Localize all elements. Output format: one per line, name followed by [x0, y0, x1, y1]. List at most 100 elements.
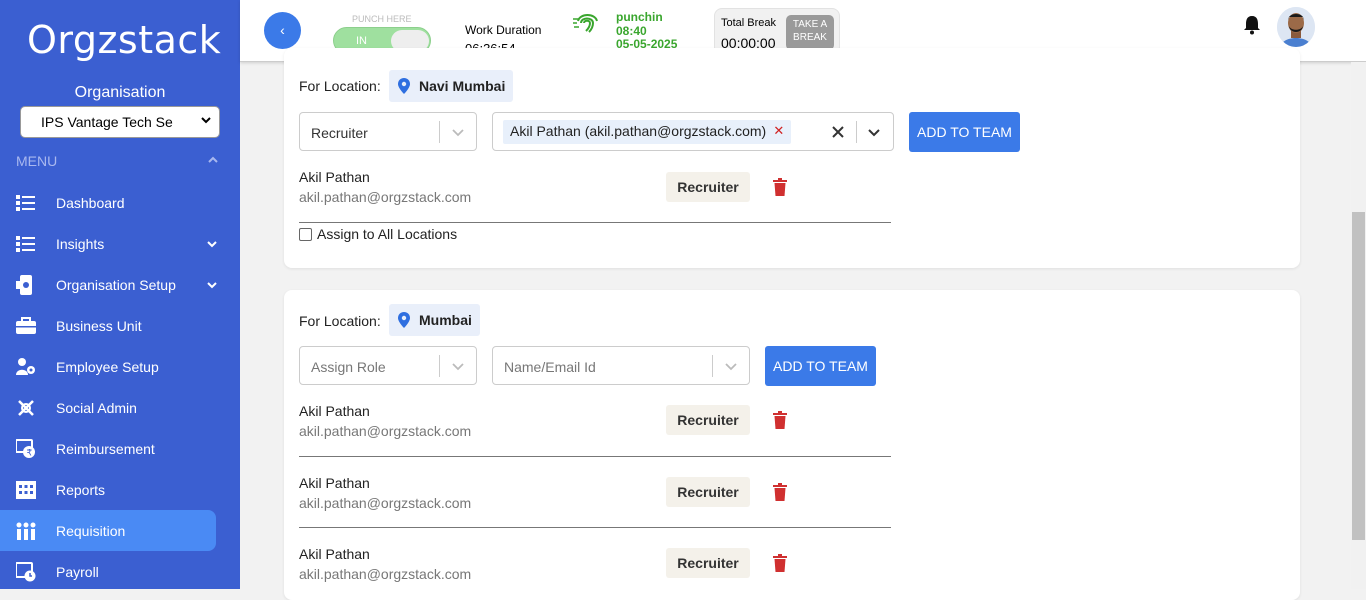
trash-icon[interactable]: [773, 483, 787, 501]
member-email: akil.pathan@orgzstack.com: [299, 495, 472, 511]
chevron-down-icon: [207, 282, 217, 289]
trash-icon[interactable]: [773, 411, 787, 429]
organisation-select[interactable]: IPS Vantage Tech Se: [20, 106, 220, 138]
member-email: akil.pathan@orgzstack.com: [299, 189, 472, 205]
select-separator: [712, 355, 713, 377]
user-avatar-icon: [1277, 7, 1315, 47]
location-card: For Location: Mumbai Assign Role Name/Em…: [284, 290, 1300, 600]
sidebar-item-social-admin[interactable]: Social Admin: [0, 387, 216, 428]
take-break-line: BREAK: [793, 32, 827, 43]
sidebar-item-label: Payroll: [56, 564, 99, 580]
sidebar-item-insights[interactable]: Insights: [0, 223, 217, 264]
chevron-down-icon: [207, 241, 217, 248]
list-item: Akil Pathan akil.pathan@orgzstack.com Re…: [299, 543, 891, 599]
chevron-down-icon: [452, 129, 464, 137]
sidebar-item-label: Business Unit: [56, 318, 142, 334]
add-to-team-button[interactable]: ADD TO TEAM: [909, 112, 1020, 152]
chevron-up-icon[interactable]: [207, 155, 219, 165]
location-name: Mumbai: [419, 312, 472, 328]
user-select-placeholder: Name/Email Id: [504, 359, 596, 375]
sidebar-item-label: Dashboard: [56, 195, 125, 211]
sidebar-item-employee-setup[interactable]: Employee Setup: [0, 346, 216, 387]
member-name: Akil Pathan: [299, 546, 370, 562]
role-badge: Recruiter: [666, 405, 750, 435]
chevron-down-icon: [452, 363, 464, 371]
map-pin-icon: [398, 78, 410, 94]
location-card: For Location: Navi Mumbai Recruiter Akil…: [284, 48, 1300, 268]
sidebar-item-label: Organisation Setup: [56, 277, 176, 293]
sidebar-item-label: Requisition: [56, 523, 126, 539]
location-chip: Navi Mumbai: [389, 70, 514, 102]
reports-icon: [16, 481, 36, 499]
sidebar-item-dashboard[interactable]: Dashboard: [0, 182, 216, 223]
member-name: Akil Pathan: [299, 403, 370, 419]
take-break-button[interactable]: TAKE A BREAK: [786, 15, 834, 50]
sidebar-item-organisation-setup[interactable]: Organisation Setup: [0, 264, 217, 305]
punch-toggle-label: IN: [356, 35, 367, 47]
avatar[interactable]: [1277, 7, 1315, 47]
punchin-time: 08:40: [616, 23, 647, 38]
sidebar-item-label: Reimbursement: [56, 441, 155, 457]
sidebar-item-reimbursement[interactable]: ₹ Reimbursement: [0, 428, 216, 469]
chevron-down-icon: [201, 117, 211, 124]
sidebar-item-payroll[interactable]: Payroll: [0, 551, 216, 592]
selected-user-label: Akil Pathan (akil.pathan@orgzstack.com): [510, 123, 767, 139]
role-select[interactable]: Recruiter: [299, 112, 477, 151]
assign-all-checkbox[interactable]: Assign to All Locations: [299, 226, 457, 242]
member-name: Akil Pathan: [299, 475, 370, 491]
location-name: Navi Mumbai: [419, 78, 506, 94]
role-select-placeholder: Assign Role: [311, 359, 386, 375]
sidebar-item-requisition[interactable]: Requisition: [0, 510, 216, 551]
payroll-icon: [16, 562, 36, 582]
select-separator: [439, 355, 440, 377]
role-select[interactable]: Assign Role: [299, 346, 477, 385]
map-pin-icon: [398, 312, 410, 328]
chevron-down-icon: [868, 129, 880, 137]
divider: [299, 527, 891, 528]
sidebar-item-label: Employee Setup: [56, 359, 159, 375]
organisation-setup-icon: [16, 275, 32, 295]
list-item: Akil Pathan akil.pathan@orgzstack.com Re…: [299, 472, 891, 528]
scrollbar[interactable]: [1351, 62, 1366, 589]
sidebar-item-business-unit[interactable]: Business Unit: [0, 305, 216, 346]
remove-tag-icon[interactable]: ✕: [773, 123, 784, 139]
sidebar: Orgzstack Organisation IPS Vantage Tech …: [0, 0, 240, 589]
sidebar-item-label: Social Admin: [56, 400, 137, 416]
select-separator: [856, 121, 857, 143]
employee-setup-icon: [16, 358, 35, 375]
social-admin-icon: [18, 400, 34, 416]
svg-text:₹: ₹: [27, 449, 33, 459]
work-duration-label: Work Duration: [465, 23, 542, 37]
select-separator: [439, 121, 440, 143]
clear-icon[interactable]: [831, 126, 845, 138]
role-select-value: Recruiter: [311, 125, 368, 141]
scrollbar-thumb[interactable]: [1352, 212, 1365, 540]
checkbox[interactable]: [299, 228, 312, 241]
user-select[interactable]: Name/Email Id: [492, 346, 750, 385]
role-badge: Recruiter: [666, 477, 750, 507]
sidebar-item-label: Insights: [56, 236, 105, 252]
total-break-label: Total Break: [721, 17, 777, 29]
role-badge: Recruiter: [666, 548, 750, 578]
bell-icon[interactable]: [1243, 15, 1261, 35]
organisation-select-value: IPS Vantage Tech Se: [41, 114, 173, 130]
user-select[interactable]: Akil Pathan (akil.pathan@orgzstack.com) …: [492, 112, 894, 151]
sidebar-item-label: Reports: [56, 482, 106, 498]
collapse-sidebar-button[interactable]: ‹: [264, 12, 301, 49]
dashboard-icon: [16, 195, 35, 211]
insights-icon: [16, 236, 35, 252]
briefcase-icon: [16, 317, 36, 334]
add-to-team-button[interactable]: ADD TO TEAM: [765, 346, 876, 386]
for-location-label: For Location:: [299, 78, 381, 94]
organisation-label: Organisation: [74, 84, 166, 101]
role-badge: Recruiter: [666, 172, 750, 202]
punchin-info: punchin 08:40 05-05-2025: [616, 10, 677, 52]
trash-icon[interactable]: [773, 178, 787, 196]
divider: [299, 222, 891, 223]
location-chip: Mumbai: [389, 304, 480, 336]
sidebar-item-reports[interactable]: Reports: [0, 469, 216, 510]
member-email: akil.pathan@orgzstack.com: [299, 423, 472, 439]
punch-label: PUNCH HERE: [352, 14, 412, 24]
trash-icon[interactable]: [773, 554, 787, 572]
selected-user-tag: Akil Pathan (akil.pathan@orgzstack.com) …: [503, 120, 792, 144]
